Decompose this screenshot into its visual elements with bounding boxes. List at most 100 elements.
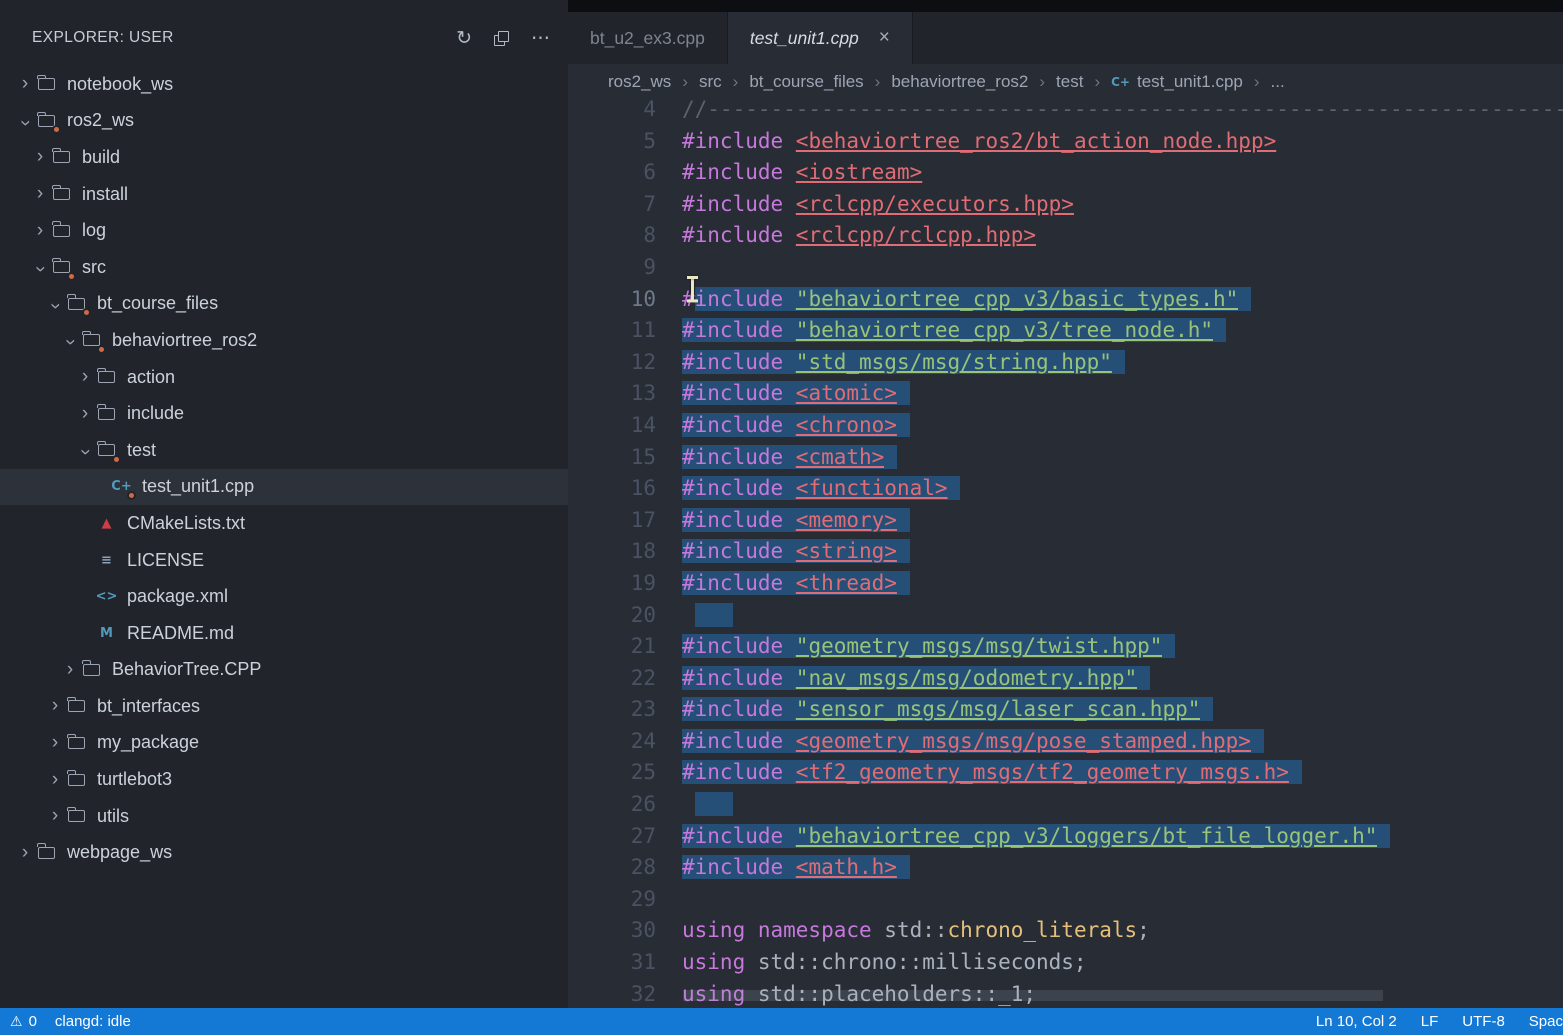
eol-indicator[interactable]: LF [1421,1013,1439,1030]
tree-item-BehaviorTree.CPP[interactable]: ›BehaviorTree.CPP [0,652,568,689]
tree-item-action[interactable]: ›action [0,359,568,396]
breadcrumb-item-ros2_ws[interactable]: ros2_ws [608,72,671,92]
tree-item-turtlebot3[interactable]: ›turtlebot3 [0,761,568,798]
tree-item-LICENSE[interactable]: ≡LICENSE [0,542,568,579]
line-number[interactable]: 26 [568,789,656,821]
tree-item-ros2_ws[interactable]: ›ros2_ws [0,103,568,140]
tree-item-include[interactable]: ›include [0,395,568,432]
line-number[interactable]: 21 [568,631,656,663]
line-number[interactable]: 11 [568,315,656,347]
line-number[interactable]: 28 [568,852,656,884]
line-number[interactable]: 17 [568,505,656,537]
code-line[interactable]: 14#include <chrono> [568,410,1563,442]
code-line[interactable]: 8#include <rclcpp/rclcpp.hpp> [568,220,1563,252]
code-line[interactable]: 23#include "sensor_msgs/msg/laser_scan.h… [568,694,1563,726]
code-line[interactable]: 19#include <thread> [568,568,1563,600]
tree-item-notebook_ws[interactable]: ›notebook_ws [0,66,568,103]
tree-item-webpage_ws[interactable]: ›webpage_ws [0,834,568,871]
code-line[interactable]: 26 [568,789,1563,821]
line-number[interactable]: 5 [568,126,656,158]
code-line[interactable]: 12#include "std_msgs/msg/string.hpp" [568,347,1563,379]
code-line[interactable]: 15#include <cmath> [568,442,1563,474]
line-number[interactable]: 15 [568,442,656,474]
line-number[interactable]: 7 [568,189,656,221]
problems-indicator[interactable]: ⚠ 0 [10,1013,37,1030]
line-number[interactable]: 19 [568,568,656,600]
tree-item-build[interactable]: ›build [0,139,568,176]
tree-item-utils[interactable]: ›utils [0,798,568,835]
breadcrumb-item-behaviortree_ros2[interactable]: behaviortree_ros2 [891,72,1028,92]
tab-test_unit1.cpp[interactable]: test_unit1.cpp × [728,12,913,64]
tree-item-CMakeLists.txt[interactable]: ▲CMakeLists.txt [0,505,568,542]
tree-item-test[interactable]: ›test [0,432,568,469]
code-line[interactable]: 30using namespace std::chrono_literals; [568,915,1563,947]
breadcrumb-item-src[interactable]: src [699,72,722,92]
code-line[interactable]: 9 [568,252,1563,284]
code-line[interactable]: 18#include <string> [568,536,1563,568]
line-number[interactable]: 13 [568,378,656,410]
line-number[interactable]: 31 [568,947,656,979]
line-number[interactable]: 20 [568,600,656,632]
refresh-icon[interactable]: ↻ [456,29,472,48]
collapse-folders-icon[interactable] [494,31,509,46]
breadcrumb-item-more[interactable]: ... [1271,72,1285,92]
code-line[interactable]: 7#include <rclcpp/executors.hpp> [568,189,1563,221]
line-number[interactable]: 32 [568,979,656,1008]
line-number[interactable]: 14 [568,410,656,442]
line-number[interactable]: 8 [568,220,656,252]
line-number[interactable]: 29 [568,884,656,916]
breadcrumb-item-test_unit1.cpp[interactable]: C+test_unit1.cpp [1111,72,1243,92]
line-number[interactable]: 27 [568,821,656,853]
tree-item-test_unit1.cpp[interactable]: C+test_unit1.cpp [0,469,568,506]
line-number[interactable]: 18 [568,536,656,568]
line-number[interactable]: 23 [568,694,656,726]
indentation-indicator[interactable]: Spac [1529,1013,1563,1030]
line-number[interactable]: 10 [568,284,656,316]
code-line[interactable]: 21#include "geometry_msgs/msg/twist.hpp" [568,631,1563,663]
horizontal-scrollbar[interactable] [683,990,1383,1001]
cursor-position[interactable]: Ln 10, Col 2 [1316,1013,1397,1030]
code-line[interactable]: 31using std::chrono::milliseconds; [568,947,1563,979]
line-number[interactable]: 4 [568,100,656,126]
code-line[interactable]: 4//-------------------------------------… [568,100,1563,126]
line-number[interactable]: 30 [568,915,656,947]
line-number[interactable]: 24 [568,726,656,758]
code-line[interactable]: 5#include <behaviortree_ros2/bt_action_n… [568,126,1563,158]
line-number[interactable]: 25 [568,757,656,789]
tree-item-README.md[interactable]: MREADME.md [0,615,568,652]
code-line[interactable]: 17#include <memory> [568,505,1563,537]
clangd-status[interactable]: clangd: idle [55,1013,131,1030]
code-line[interactable]: 29 [568,884,1563,916]
code-line[interactable]: 22#include "nav_msgs/msg/odometry.hpp" [568,663,1563,695]
tree-item-bt_interfaces[interactable]: ›bt_interfaces [0,688,568,725]
more-actions-icon[interactable]: ⋯ [531,29,550,48]
code-line[interactable]: 13#include <atomic> [568,378,1563,410]
tree-item-src[interactable]: ›src [0,249,568,286]
code-line[interactable]: 6#include <iostream> [568,157,1563,189]
tree-item-bt_course_files[interactable]: ›bt_course_files [0,286,568,323]
code-line[interactable]: 28#include <math.h> [568,852,1563,884]
line-number[interactable]: 9 [568,252,656,284]
code-line[interactable]: 27#include "behaviortree_cpp_v3/loggers/… [568,821,1563,853]
line-number[interactable]: 12 [568,347,656,379]
tab-bt_u2_ex3.cpp[interactable]: bt_u2_ex3.cpp [568,12,728,64]
line-number[interactable]: 6 [568,157,656,189]
code-line[interactable]: 25#include <tf2_geometry_msgs/tf2_geomet… [568,757,1563,789]
line-number[interactable]: 16 [568,473,656,505]
tree-item-behaviortree_ros2[interactable]: ›behaviortree_ros2 [0,322,568,359]
tree-item-log[interactable]: ›log [0,212,568,249]
breadcrumb-item-test[interactable]: test [1056,72,1083,92]
breadcrumb-item-bt_course_files[interactable]: bt_course_files [749,72,863,92]
close-icon[interactable]: × [879,27,890,49]
code-editor[interactable]: 4//-------------------------------------… [568,100,1563,1008]
tree-item-package.xml[interactable]: <>package.xml [0,578,568,615]
line-number[interactable]: 22 [568,663,656,695]
code-line[interactable]: 16#include <functional> [568,473,1563,505]
encoding-indicator[interactable]: UTF-8 [1462,1013,1505,1030]
code-line[interactable]: 24#include <geometry_msgs/msg/pose_stamp… [568,726,1563,758]
code-line[interactable]: 11#include "behaviortree_cpp_v3/tree_nod… [568,315,1563,347]
tree-item-install[interactable]: ›install [0,176,568,213]
code-line[interactable]: 20 [568,600,1563,632]
tree-item-my_package[interactable]: ›my_package [0,725,568,762]
code-line[interactable]: 10#include "behaviortree_cpp_v3/basic_ty… [568,284,1563,316]
